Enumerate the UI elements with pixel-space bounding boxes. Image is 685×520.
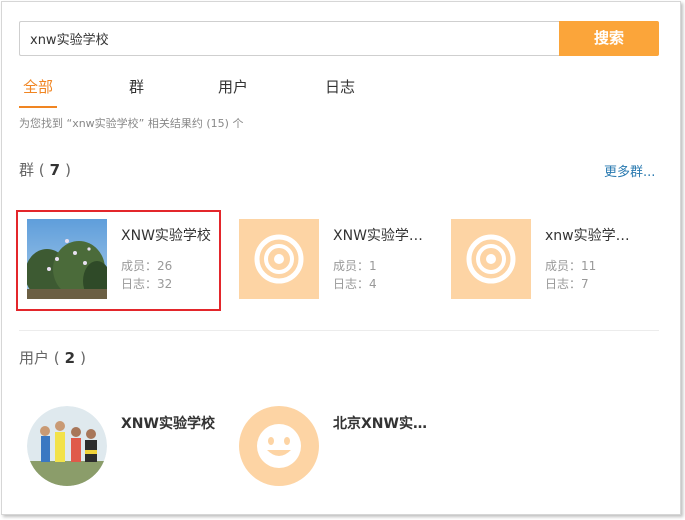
- group-placeholder-thumb[interactable]: [451, 219, 531, 299]
- group-members: 成员：1: [333, 259, 377, 273]
- result-summary: 为您找到 “xnw实验学校” 相关结果约 (15) 个: [19, 117, 244, 130]
- tab-users[interactable]: 用户: [218, 72, 248, 108]
- groups-title-label: 群: [19, 161, 35, 179]
- group-card[interactable]: XNW实验学… 成员：1 日志：4: [239, 219, 439, 301]
- tab-groups[interactable]: 群: [129, 72, 144, 108]
- user-avatar[interactable]: [27, 406, 107, 486]
- tab-all[interactable]: 全部: [19, 72, 58, 108]
- group-placeholder-thumb[interactable]: [239, 219, 319, 299]
- group-members: 成员：11: [545, 259, 597, 273]
- group-card[interactable]: xnw实验学校… 成员：11 日志：7: [451, 219, 651, 301]
- group-name[interactable]: XNW实验学…: [333, 225, 429, 245]
- groups-section-title: 群 (7): [19, 159, 71, 180]
- users-section-title: 用户 (2): [19, 347, 86, 368]
- groups-count: 7: [49, 161, 61, 179]
- groups-open-paren: (: [38, 161, 45, 179]
- highlight-box: [16, 210, 221, 311]
- group-logs: 日志：4: [333, 277, 377, 291]
- target-icon: [254, 234, 304, 284]
- group-logs: 日志：7: [545, 277, 589, 291]
- users-close-paren: ): [80, 349, 86, 367]
- tab-logs[interactable]: 日志: [325, 72, 355, 108]
- more-groups-link[interactable]: 更多群...: [604, 161, 655, 180]
- user-avatar[interactable]: [239, 406, 319, 486]
- user-name[interactable]: 北京XNW实…: [333, 413, 429, 433]
- smiley-icon: [257, 424, 301, 468]
- search-button[interactable]: 搜索: [559, 21, 659, 56]
- section-divider: [19, 330, 659, 331]
- users-count: 2: [64, 349, 76, 367]
- users-title-label: 用户: [19, 349, 50, 367]
- search-input[interactable]: [19, 21, 560, 56]
- group-name[interactable]: xnw实验学校…: [545, 225, 641, 245]
- tab-bar: 全部 群 用户 日志: [19, 72, 419, 108]
- user-name[interactable]: XNW实验学校: [121, 413, 217, 433]
- groups-close-paren: ): [65, 161, 71, 179]
- target-icon: [466, 234, 516, 284]
- users-open-paren: (: [53, 349, 60, 367]
- search-results-panel: 搜索 全部 群 用户 日志 为您找到 “xnw实验学校” 相关结果约 (15) …: [1, 1, 681, 515]
